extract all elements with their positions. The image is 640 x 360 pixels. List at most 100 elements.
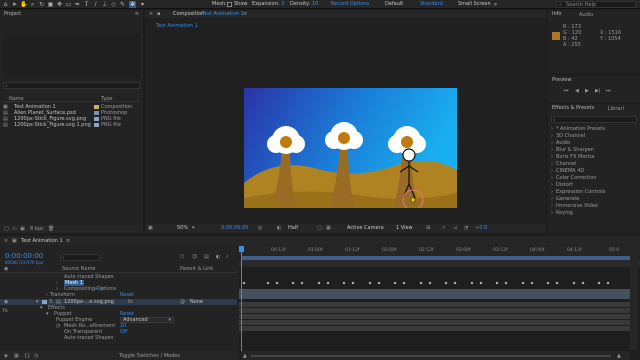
interpret-footage-icon[interactable]: ▢ — [4, 226, 9, 232]
flowchart-icon[interactable]: ⊿ — [453, 225, 457, 231]
toggle-pixel-aspect-icon[interactable]: ⊞ — [426, 225, 430, 231]
first-frame-icon[interactable]: ⏮ — [564, 88, 569, 94]
keyframe[interactable] — [572, 281, 576, 285]
region-of-interest-icon[interactable]: ▢ — [317, 225, 322, 231]
keyframe[interactable] — [275, 281, 279, 285]
effects-search-input[interactable]: ⌕ — [551, 116, 637, 123]
show-channel-icon[interactable]: ◐ — [277, 225, 281, 231]
effects-category[interactable]: › * Animation Presets — [551, 126, 639, 132]
fast-previews-icon[interactable]: ⚡ — [442, 225, 446, 231]
libraries-tab[interactable]: Librari — [608, 106, 624, 112]
effects-category[interactable]: › Expression Controls — [551, 189, 639, 195]
composition-tab-prefix[interactable]: Composition — [173, 11, 204, 17]
keyframe[interactable] — [581, 281, 585, 285]
resolution-dropdown[interactable]: Half — [288, 225, 298, 231]
timeline-search-input[interactable]: ⌕ — [60, 254, 100, 261]
playhead[interactable] — [241, 246, 242, 360]
expand-chevron-icon[interactable]: ▾ — [36, 299, 39, 305]
keyframe[interactable] — [546, 281, 550, 285]
panel-menu-icon[interactable]: ≡ — [135, 11, 139, 17]
exposure-value[interactable]: +0.0 — [475, 225, 487, 231]
zoom-out-icon[interactable]: ▲ — [243, 353, 247, 359]
new-folder-icon[interactable]: ▭ — [12, 226, 17, 232]
keyframe[interactable] — [342, 281, 346, 285]
visibility-eye-icon[interactable]: ◉ — [4, 299, 8, 305]
keyframe[interactable] — [377, 281, 381, 285]
info-tab[interactable]: Info — [548, 10, 640, 18]
lock-icon[interactable]: ▪ — [157, 11, 160, 17]
keyframe[interactable] — [419, 281, 423, 285]
effects-category[interactable]: › Channel — [551, 161, 639, 167]
current-timecode[interactable]: 0:00:00:00 — [5, 252, 43, 260]
effects-category[interactable]: › Color Correction — [551, 175, 639, 181]
timeline-tab-name[interactable]: Test Animation 1 — [21, 238, 63, 244]
record-options-button[interactable]: Record Options — [331, 1, 369, 7]
puppet-pin-dropdown-icon[interactable]: ▾ — [139, 1, 146, 8]
expansion-value[interactable]: 3 — [281, 1, 284, 7]
label-color-swatch[interactable] — [42, 300, 47, 304]
keyframe[interactable] — [351, 281, 355, 285]
zoom-tool-icon[interactable]: ⌕ — [29, 1, 36, 8]
camera-tool-icon[interactable]: ▣ — [47, 1, 54, 8]
keyframe[interactable] — [597, 281, 601, 285]
show-mesh-checkbox[interactable] — [227, 2, 232, 7]
keyframe[interactable] — [300, 281, 304, 285]
playhead-handle[interactable] — [239, 246, 244, 252]
keyframe[interactable] — [402, 281, 406, 285]
brush-tool-icon[interactable]: ∕ — [92, 1, 99, 8]
close-tab-icon[interactable]: × — [4, 238, 8, 244]
parent-link-header[interactable]: Parent & Link — [180, 266, 213, 272]
workspace-small-screen[interactable]: Small Screen — [458, 1, 491, 7]
effects-category[interactable]: › Keying — [551, 210, 639, 216]
effects-category[interactable]: › Boris FX Mocha — [551, 154, 639, 160]
reset-exposure-icon[interactable]: ◔ — [464, 225, 468, 231]
keyframe[interactable] — [606, 281, 610, 285]
fx-icon[interactable]: fx — [3, 308, 8, 314]
last-frame-icon[interactable]: ⏭ — [606, 88, 611, 94]
transparency-grid-icon[interactable]: ▦ — [326, 225, 331, 231]
panel-menu-icon[interactable]: ≡ — [66, 238, 70, 244]
keyframe[interactable] — [291, 281, 295, 285]
draft-3d-icon[interactable]: ⬡ — [180, 254, 184, 260]
shy-layers-icon[interactable]: ☺ — [192, 254, 197, 260]
source-name-header[interactable]: Source Name — [62, 266, 96, 272]
property-row[interactable]: › Transform Reset — [46, 292, 237, 298]
render-time-icon[interactable]: ◷ — [34, 353, 38, 359]
snapshot-icon[interactable]: ◎ — [258, 225, 262, 231]
home-icon[interactable]: ⌂ — [2, 1, 9, 8]
frame-blending-icon[interactable]: ▤ — [204, 254, 209, 260]
view-layout-dropdown[interactable]: 1 View — [396, 225, 413, 231]
pan-behind-tool-icon[interactable]: ✥ — [56, 1, 63, 8]
keyframe[interactable] — [428, 281, 432, 285]
clone-stamp-tool-icon[interactable]: ⊥ — [101, 1, 108, 8]
effects-presets-title[interactable]: Effects & Presets — [548, 104, 640, 112]
audio-tab[interactable]: Audio — [579, 12, 593, 18]
layer-switches-icon[interactable]: ◈ — [4, 353, 8, 359]
effects-category[interactable]: › Immersive Video — [551, 203, 639, 209]
project-panel-title[interactable]: Project — [0, 10, 143, 18]
keyframe[interactable] — [504, 281, 508, 285]
project-item[interactable]: ▤ 1200px-Stick_Figure.svg 1.png PNG file — [3, 122, 140, 128]
effects-category[interactable]: › Audio — [551, 140, 639, 146]
effects-category[interactable]: › CINEMA 4D — [551, 168, 639, 174]
timeline-scrollbar[interactable] — [630, 256, 638, 350]
next-frame-icon[interactable]: ▶| — [595, 88, 601, 94]
project-search-input[interactable]: ⌕ — [3, 82, 140, 89]
keyframe[interactable] — [470, 281, 474, 285]
effects-category[interactable]: › Blur & Sharpen — [551, 147, 639, 153]
keyframe[interactable] — [242, 281, 246, 285]
panel-menu-icon[interactable]: ≡ — [243, 11, 247, 17]
in-out-icon[interactable]: {} — [24, 353, 30, 359]
camera-view-dropdown[interactable]: Active Camera — [347, 225, 384, 231]
rotate-tool-icon[interactable]: ↻ — [38, 1, 45, 8]
keyframe[interactable] — [326, 281, 330, 285]
selection-tool-icon[interactable]: ➤ — [11, 1, 18, 8]
always-preview-icon[interactable]: ▣ — [148, 225, 153, 231]
keyframe[interactable] — [555, 281, 559, 285]
motion-blur-icon[interactable]: ◐ — [216, 254, 220, 260]
toggle-switches-modes-button[interactable]: Toggle Switches / Modes — [119, 353, 180, 359]
keyframe[interactable] — [266, 281, 270, 285]
hand-tool-icon[interactable]: ✋ — [20, 1, 27, 8]
puppet-tool-icon[interactable]: ✲ — [129, 1, 136, 8]
keyframe[interactable] — [530, 281, 534, 285]
